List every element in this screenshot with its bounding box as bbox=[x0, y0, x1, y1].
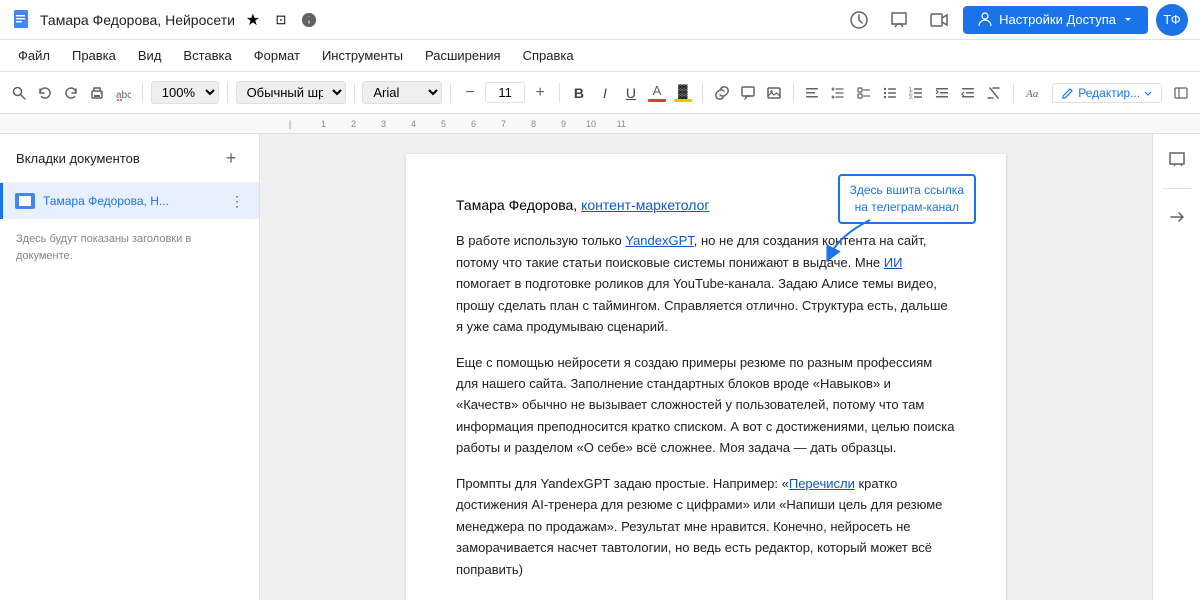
more-formats-btn[interactable]: Aa bbox=[1022, 79, 1044, 107]
paragraph-1: В работе использую только YandexGPT, но … bbox=[456, 230, 956, 337]
menu-file[interactable]: Файл bbox=[8, 44, 60, 67]
sidebar-header: Вкладки документов + bbox=[0, 134, 259, 183]
line-spacing-btn[interactable] bbox=[827, 79, 849, 107]
comment-btn[interactable] bbox=[737, 79, 759, 107]
meet-icon[interactable] bbox=[923, 4, 955, 36]
separator-3 bbox=[354, 83, 355, 103]
paragraph-2: Еще с помощью нейросети я создаю примеры… bbox=[456, 352, 956, 459]
user-avatar[interactable]: ТФ bbox=[1156, 4, 1188, 36]
document-area: Здесь вшита ссылка на телеграм-канал Там… bbox=[260, 134, 1152, 600]
menu-tools[interactable]: Инструменты bbox=[312, 44, 413, 67]
italic-btn[interactable]: I bbox=[594, 79, 616, 107]
align-btn[interactable] bbox=[801, 79, 823, 107]
yandexgpt-link-1[interactable]: YandexGPT bbox=[625, 233, 693, 248]
tab-doc-icon-inner bbox=[19, 196, 31, 206]
recent-icon[interactable] bbox=[843, 4, 875, 36]
font-size-decrease-btn[interactable]: − bbox=[459, 79, 481, 107]
mode-select-btn[interactable]: Редактир... bbox=[1052, 83, 1162, 103]
link-btn[interactable] bbox=[711, 79, 733, 107]
doc-title-text: Тамара Федорова, bbox=[456, 197, 581, 213]
print-btn[interactable] bbox=[86, 79, 108, 107]
svg-text:3.: 3. bbox=[909, 95, 913, 101]
highlight-color-btn[interactable]: ▓ bbox=[672, 79, 694, 107]
star-icon[interactable]: ★ bbox=[243, 10, 263, 30]
tab-label: Тамара Федорова, Н... bbox=[43, 194, 219, 208]
search-replace-btn[interactable] bbox=[8, 79, 30, 107]
right-panel-divider bbox=[1163, 188, 1191, 189]
ii-link[interactable]: ИИ bbox=[884, 255, 903, 270]
separator-5 bbox=[559, 83, 560, 103]
separator-7 bbox=[793, 83, 794, 103]
paragraph-3: Промпты для YandexGPT задаю простые. Нап… bbox=[456, 473, 956, 580]
image-btn[interactable] bbox=[763, 79, 785, 107]
docs-logo-icon bbox=[12, 10, 32, 30]
expand-right-btn[interactable] bbox=[1159, 199, 1195, 235]
tab-more-options-btn[interactable]: ⋮ bbox=[227, 191, 247, 211]
menu-format[interactable]: Формат bbox=[244, 44, 310, 67]
style-select[interactable]: Обычный шр... Заголовок 1 Заголовок 2 bbox=[236, 81, 346, 104]
callout-arrow-svg bbox=[820, 220, 880, 260]
sidebar-note: Здесь будут показаны заголовки в докумен… bbox=[0, 219, 259, 276]
document-page: Здесь вшита ссылка на телеграм-канал Там… bbox=[406, 154, 1006, 600]
callout-text: Здесь вшита ссылка на телеграм-канал bbox=[850, 183, 964, 214]
undo-btn[interactable] bbox=[34, 79, 56, 107]
spellcheck-btn[interactable]: abc bbox=[112, 79, 134, 107]
comments-panel-btn[interactable] bbox=[1159, 142, 1195, 178]
add-tab-btn[interactable]: + bbox=[219, 146, 243, 170]
document-title: Тамара Федорова, Нейросети bbox=[40, 12, 235, 28]
comments-icon[interactable] bbox=[883, 4, 915, 36]
ordered-list-btn[interactable]: 1.2.3. bbox=[905, 79, 927, 107]
sidebar-toggle-btn[interactable] bbox=[1170, 79, 1192, 107]
zoom-select[interactable]: 100% 75% 125% bbox=[151, 81, 219, 104]
menu-edit[interactable]: Правка bbox=[62, 44, 126, 67]
menu-help[interactable]: Справка bbox=[513, 44, 584, 67]
menu-extensions[interactable]: Расширения bbox=[415, 44, 511, 67]
doc-title-link[interactable]: контент-маркетолог bbox=[581, 197, 709, 213]
right-panel bbox=[1152, 134, 1200, 600]
menu-view[interactable]: Вид bbox=[128, 44, 172, 67]
perchisli-link[interactable]: Перечисли bbox=[789, 476, 855, 491]
separator-2 bbox=[227, 83, 228, 103]
header-right-icons: Настройки Доступа ТФ bbox=[843, 4, 1188, 36]
menu-insert[interactable]: Вставка bbox=[173, 44, 241, 67]
checklist-btn[interactable] bbox=[853, 79, 875, 107]
font-select[interactable]: Arial Times New Roman Courier New bbox=[362, 81, 442, 104]
document-tabs-sidebar: Вкладки документов + Тамара Федорова, Н.… bbox=[0, 134, 260, 600]
toolbar: abc 100% 75% 125% Обычный шр... Заголово… bbox=[0, 72, 1200, 114]
font-size-increase-btn[interactable]: + bbox=[529, 79, 551, 107]
increase-indent-btn[interactable] bbox=[957, 79, 979, 107]
document-tab-item[interactable]: Тамара Федорова, Н... ⋮ bbox=[0, 183, 259, 219]
main-area: Вкладки документов + Тамара Федорова, Н.… bbox=[0, 134, 1200, 600]
separator-1 bbox=[142, 83, 143, 103]
redo-btn[interactable] bbox=[60, 79, 82, 107]
callout-box: Здесь вшита ссылка на телеграм-канал bbox=[838, 174, 976, 224]
bold-btn[interactable]: B bbox=[568, 79, 590, 107]
separator-8 bbox=[1013, 83, 1014, 103]
sidebar-title: Вкладки документов bbox=[16, 151, 140, 166]
unordered-list-btn[interactable] bbox=[879, 79, 901, 107]
clear-format-btn[interactable] bbox=[983, 79, 1005, 107]
tab-doc-icon bbox=[15, 193, 35, 209]
callout-annotation: Здесь вшита ссылка на телеграм-канал bbox=[838, 174, 976, 224]
separator-6 bbox=[702, 83, 703, 103]
history-icon[interactable] bbox=[299, 10, 319, 30]
access-button[interactable]: Настройки Доступа bbox=[963, 6, 1148, 34]
move-icon[interactable]: ⊡ bbox=[271, 10, 291, 30]
svg-text:Aa: Aa bbox=[1025, 88, 1039, 100]
decrease-indent-btn[interactable] bbox=[931, 79, 953, 107]
title-left: Тамара Федорова, Нейросети ★ ⊡ bbox=[12, 10, 319, 30]
font-size-input[interactable] bbox=[485, 82, 525, 103]
underline-btn[interactable]: U bbox=[620, 79, 642, 107]
ruler: | 1 2 3 4 5 6 7 8 9 10 11 bbox=[0, 114, 1200, 134]
menu-bar: Файл Правка Вид Вставка Формат Инструмен… bbox=[0, 40, 1200, 72]
separator-4 bbox=[450, 83, 451, 103]
text-color-btn[interactable]: A bbox=[646, 79, 668, 107]
title-bar: Тамара Федорова, Нейросети ★ ⊡ Настройки… bbox=[0, 0, 1200, 40]
